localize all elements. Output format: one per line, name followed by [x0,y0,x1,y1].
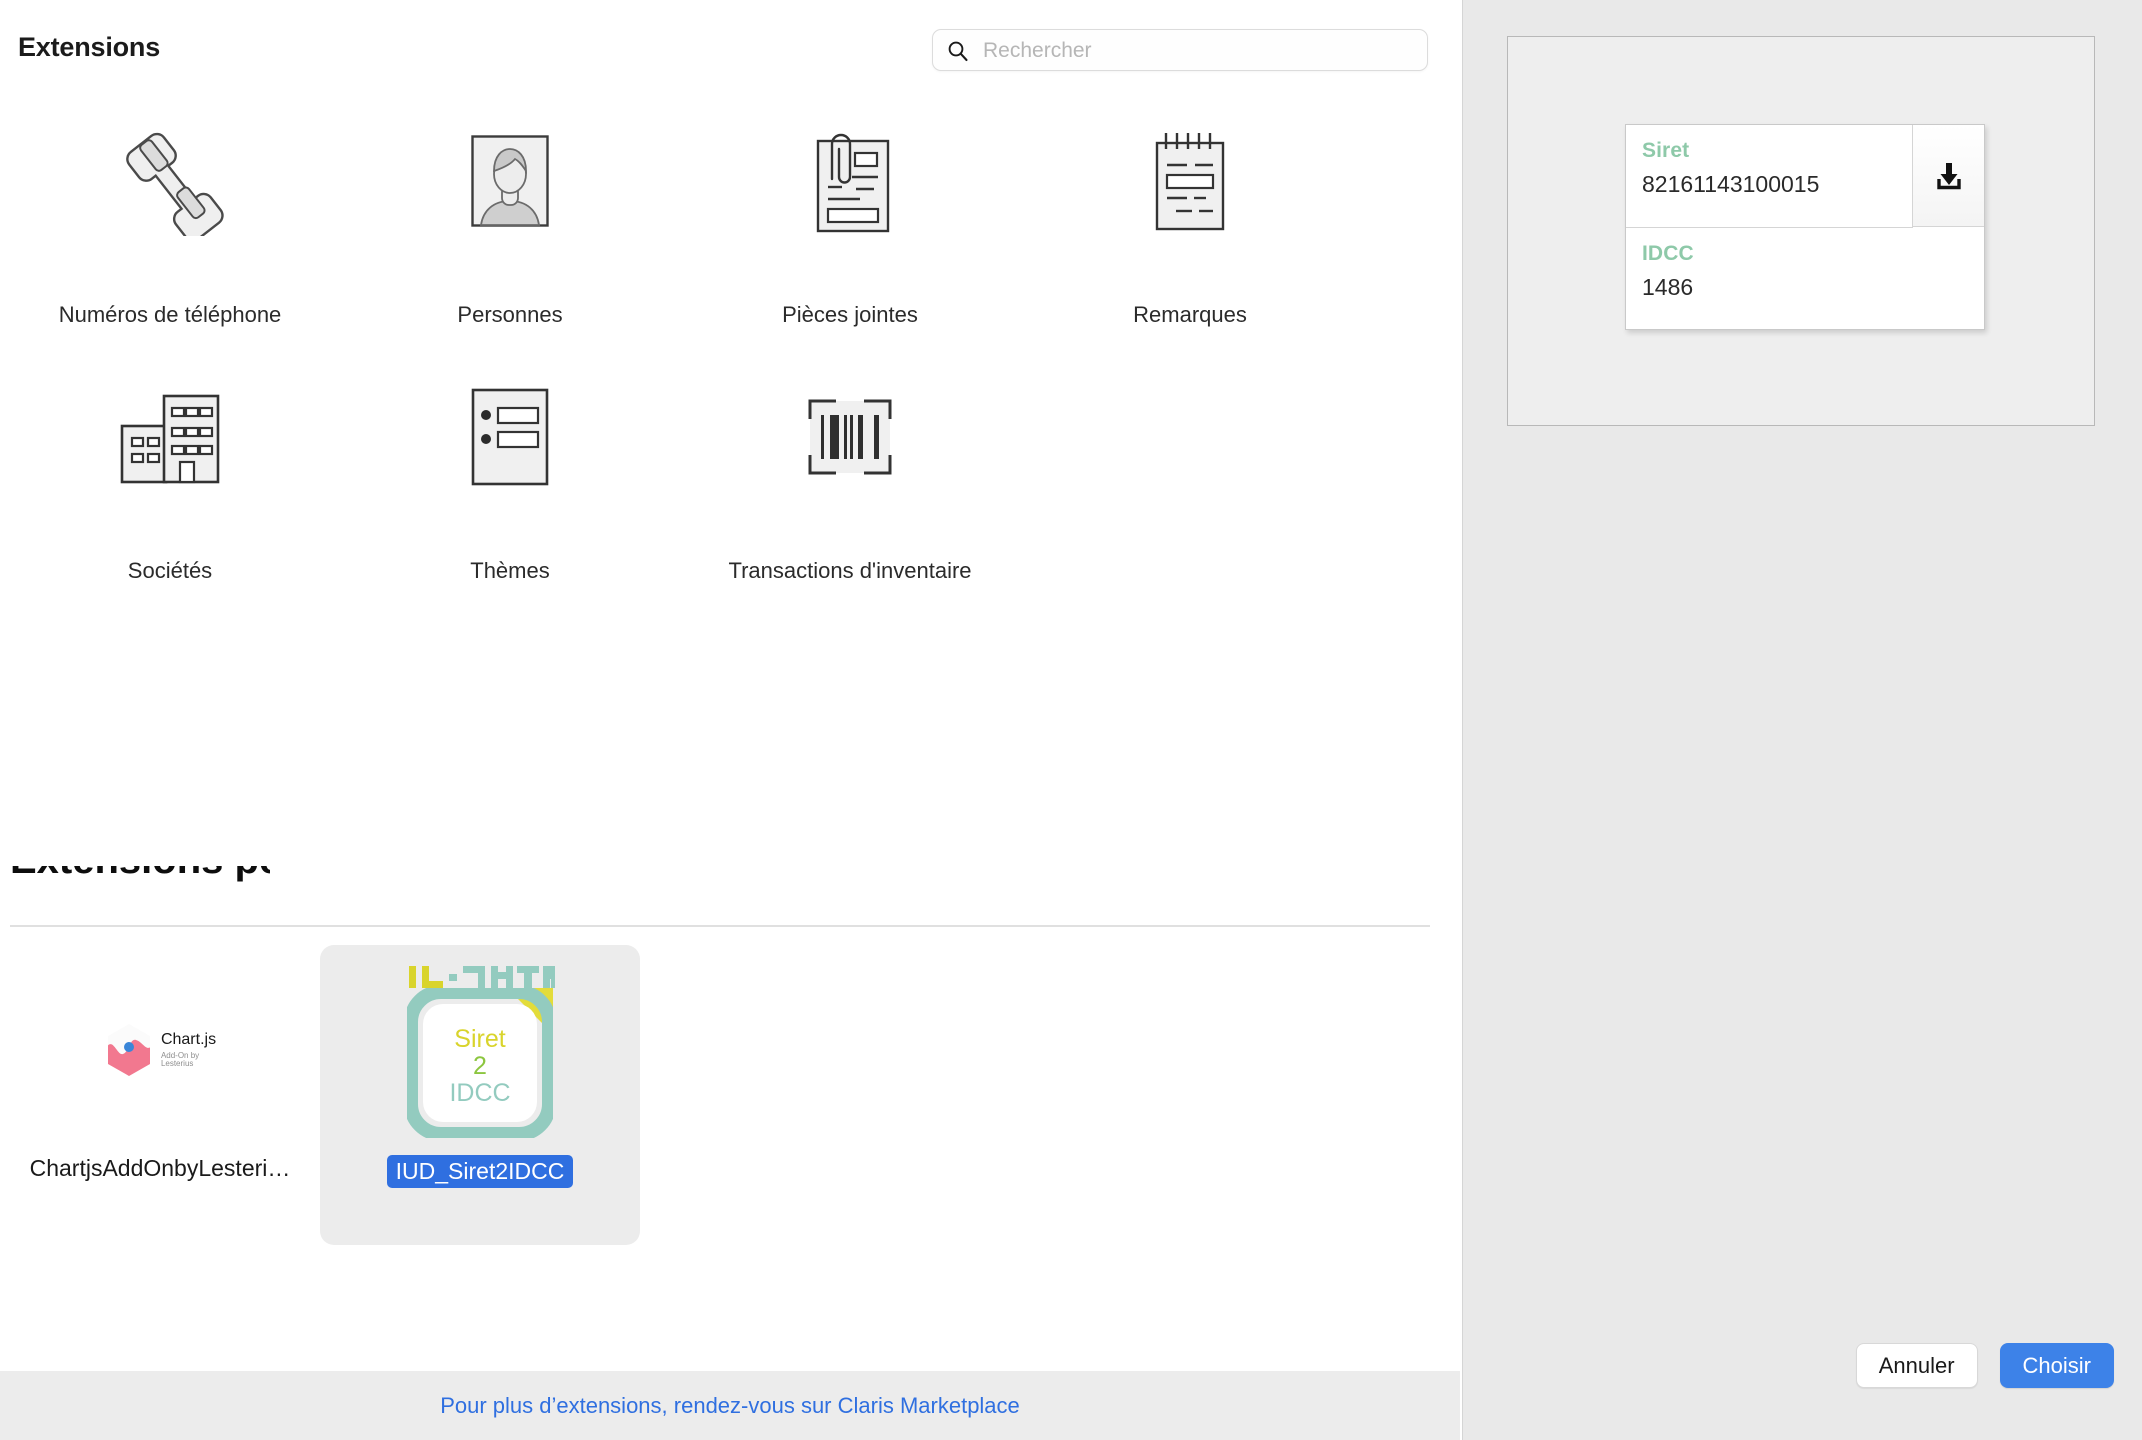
extension-thumb-label: IUD_Siret2IDCC [386,1155,574,1188]
search-input[interactable] [981,30,1415,72]
chartjs-title: Chart.js [160,1030,217,1048]
footer-bar: Pour plus d’extensions, rendez-vous sur … [0,1371,1460,1440]
extension-category-grid: Numéros de téléphone Personnes Pièces jo… [0,110,1360,622]
category-label: Pièces jointes [782,302,918,327]
person-portrait-icon [471,122,549,240]
section-divider [10,925,1430,927]
cancel-button[interactable]: Annuler [1855,1342,1978,1388]
category-tile-people[interactable]: Personnes [340,110,680,366]
category-label: Sociétés [127,558,213,583]
search-icon [947,40,969,62]
custom-extensions-section-heading: Extensions personnalisées [10,866,270,894]
preview-field-label: Siret [1642,139,1690,162]
preview-field-siret: Siret 82161143100015 [1626,125,1913,228]
preview-card: Siret 82161143100015 IDCC 1486 [1625,124,1985,330]
chartjs-subtitle-line2: Lesterius [160,1058,194,1068]
preview-field-value: 82161143100015 [1642,171,1820,197]
phone-handset-icon [111,122,229,240]
choose-button[interactable]: Choisir [1999,1342,2114,1388]
category-label: Thèmes [470,558,550,583]
category-tile-companies[interactable]: Sociétés [0,366,340,622]
dialog-buttons: Annuler Choisir [1855,1342,2114,1388]
category-tile-inventory-transactions[interactable]: Transactions d'inventaire [680,366,1020,622]
extension-preview-box: Siret 82161143100015 IDCC 1486 [1507,36,2095,426]
iud-siret2idcc-logo: Siret 2 IDCC [320,945,640,1155]
search-field[interactable] [932,29,1428,72]
chartjs-logo: Chart.js Add-On by Lesterius [0,945,320,1155]
marketplace-link[interactable]: Pour plus d’extensions, rendez-vous sur … [440,1393,1020,1419]
category-tile-phone-numbers[interactable]: Numéros de téléphone [0,110,340,366]
category-label: Remarques [1133,302,1247,327]
header: Extensions [0,0,1460,96]
category-label: Personnes [457,302,563,327]
extension-thumb-chartjs[interactable]: Chart.js Add-On by Lesterius ChartjsAddO… [0,945,320,1245]
extension-thumb-label: ChartjsAddOnbyLesteri… [29,1155,291,1181]
preview-field-idcc: IDCC 1486 [1626,228,1913,330]
preview-field-value: 1486 [1642,274,1694,300]
installed-extensions-list: Chart.js Add-On by Lesterius ChartjsAddO… [0,945,1460,1245]
category-tile-notes[interactable]: Remarques [1020,110,1360,366]
barcode-icon [796,378,904,496]
iud-line-2: 2 [473,1052,487,1080]
notepad-icon [1145,122,1235,240]
extension-thumb-iud-siret2idcc[interactable]: Siret 2 IDCC IUD_Siret2IDCC [320,945,640,1245]
category-tile-attachments[interactable]: Pièces jointes [680,110,1020,366]
download-tray-icon[interactable] [1912,125,1984,227]
category-tile-themes[interactable]: Thèmes [340,366,680,622]
paperclip-document-icon [804,122,896,240]
iud-card-shape: Siret 2 IDCC [407,988,553,1138]
category-label: Numéros de téléphone [58,302,282,327]
page-title: Extensions [18,32,161,62]
iud-line-3: IDCC [449,1079,511,1107]
section-heading-text: Extensions personnalisées [10,866,270,883]
iud-line-1: Siret [454,1025,506,1053]
buildings-icon [118,378,222,496]
details-pane: Siret 82161143100015 IDCC 1486 IUD_Siret… [1462,0,2142,1440]
preview-field-label: IDCC [1642,242,1694,265]
theme-list-icon [471,378,549,496]
extensions-pane: Extensions Rechercher Numéros de télépho… [0,0,1460,1440]
chartjs-hexagon-icon [107,1024,150,1076]
category-label: Transactions d'inventaire [728,558,972,583]
